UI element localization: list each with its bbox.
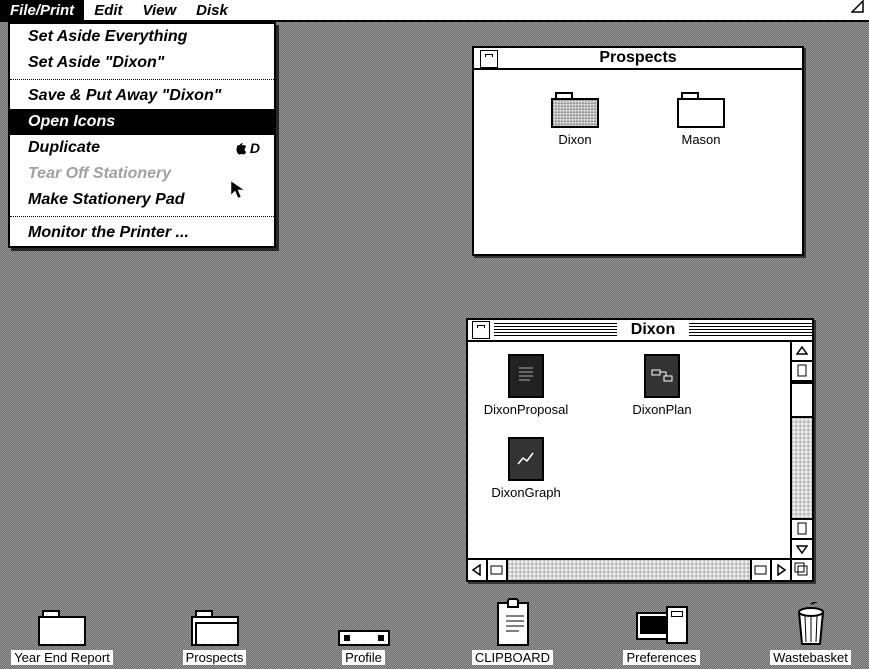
scroll-left-arrow-icon[interactable] — [468, 560, 488, 580]
apple-icon — [234, 142, 247, 155]
file-print-dropdown: Set Aside Everything Set Aside "Dixon" S… — [8, 22, 276, 248]
menubar-corner-icon — [847, 0, 869, 20]
scroll-track[interactable] — [792, 418, 812, 518]
icon-dixon-folder[interactable]: Dixon — [527, 92, 623, 147]
icon-label: CLIPBOARD — [472, 650, 553, 665]
icon-label: DixonProposal — [481, 402, 572, 417]
icon-label: Profile — [342, 650, 385, 665]
menu-item-duplicate[interactable]: Duplicate D — [10, 135, 274, 161]
scroll-track[interactable] — [508, 560, 750, 580]
titlebar[interactable]: Dixon — [468, 320, 812, 342]
icon-dixon-plan[interactable]: DixonPlan — [614, 354, 710, 417]
menu-item-set-aside-dixon[interactable]: Set Aside "Dixon" — [10, 50, 274, 76]
shortcut-key: D — [250, 140, 260, 156]
menu-separator — [10, 216, 274, 217]
desktop-icon-preferences[interactable]: Preferences — [617, 606, 706, 665]
scroll-right-arrow-icon[interactable] — [770, 560, 790, 580]
icon-label: Year End Report — [11, 650, 113, 665]
window-title: Dixon — [625, 321, 681, 339]
window-title: Prospects — [593, 49, 682, 67]
scroll-thumb[interactable] — [792, 382, 812, 418]
titlebar-stripes — [494, 323, 617, 337]
document-icon — [508, 437, 544, 481]
menu-edit[interactable]: Edit — [84, 0, 132, 21]
menu-separator — [10, 79, 274, 80]
disk-icon — [338, 630, 390, 646]
menu-item-monitor-the-printer[interactable]: Monitor the Printer ... — [10, 220, 274, 246]
icon-dixon-proposal[interactable]: DixonProposal — [478, 354, 574, 417]
menu-shortcut: D — [234, 140, 260, 156]
menu-file-print[interactable]: File/Print — [0, 0, 84, 21]
menu-item-set-aside-everything[interactable]: Set Aside Everything — [10, 24, 274, 50]
resize-handle[interactable] — [790, 558, 812, 580]
desktop-icon-clipboard[interactable]: CLIPBOARD — [468, 602, 557, 665]
mouse-cursor-icon — [230, 180, 246, 200]
icon-label: Dixon — [555, 132, 594, 147]
page-indicator-icon[interactable] — [792, 518, 812, 538]
menubar: File/Print Edit View Disk — [0, 0, 869, 22]
desktop-icon-wastebasket[interactable]: Wastebasket — [766, 602, 855, 665]
menu-disk[interactable]: Disk — [186, 0, 238, 21]
window-dixon[interactable]: Dixon DixonProposal DixonPlan DixonGra — [466, 318, 814, 582]
menu-view[interactable]: View — [133, 0, 187, 21]
page-indicator-icon[interactable] — [792, 362, 812, 382]
window-menu-icon[interactable] — [480, 50, 498, 68]
icon-label: DixonGraph — [488, 485, 563, 500]
trash-icon — [793, 602, 829, 646]
icon-label: Prospects — [183, 650, 247, 665]
icon-label: Preferences — [623, 650, 699, 665]
desktop-icon-profile[interactable]: Profile — [319, 630, 408, 665]
folder-icon — [677, 92, 725, 128]
folder-icon — [38, 610, 86, 646]
window-content[interactable]: DixonProposal DixonPlan DixonGraph — [468, 342, 812, 580]
window-prospects[interactable]: Prospects Dixon Mason — [472, 46, 804, 256]
menu-item-save-put-away-dixon[interactable]: Save & Put Away "Dixon" — [10, 83, 274, 109]
page-indicator-icon[interactable] — [488, 560, 508, 580]
scroll-up-arrow-icon[interactable] — [792, 342, 812, 362]
document-icon — [508, 354, 544, 398]
icon-label: DixonPlan — [629, 402, 694, 417]
vertical-scrollbar[interactable] — [790, 342, 812, 558]
folder-open-icon — [191, 610, 239, 646]
page-indicator-icon[interactable] — [750, 560, 770, 580]
menu-item-label: Duplicate — [28, 139, 100, 157]
icon-label: Mason — [678, 132, 723, 147]
preferences-icon — [636, 606, 688, 646]
desktop-icon-year-end-report[interactable]: Year End Report — [14, 610, 110, 665]
horizontal-scrollbar[interactable] — [468, 558, 790, 580]
titlebar-stripes — [689, 323, 812, 337]
folder-icon — [551, 92, 599, 128]
icon-label: Wastebasket — [770, 650, 851, 665]
scroll-down-arrow-icon[interactable] — [792, 538, 812, 558]
window-content[interactable]: Dixon Mason — [474, 70, 802, 170]
titlebar[interactable]: Prospects — [474, 48, 802, 70]
icon-dixon-graph[interactable]: DixonGraph — [478, 437, 574, 500]
clipboard-icon — [497, 602, 529, 646]
menu-item-open-icons[interactable]: Open Icons — [10, 109, 274, 135]
document-icon — [644, 354, 680, 398]
window-menu-icon[interactable] — [472, 321, 490, 339]
desktop-icon-prospects[interactable]: Prospects — [170, 610, 259, 665]
desktop-icons-row: Year End Report Prospects Profile CLIPBO… — [0, 602, 869, 665]
icon-mason-folder[interactable]: Mason — [653, 92, 749, 147]
